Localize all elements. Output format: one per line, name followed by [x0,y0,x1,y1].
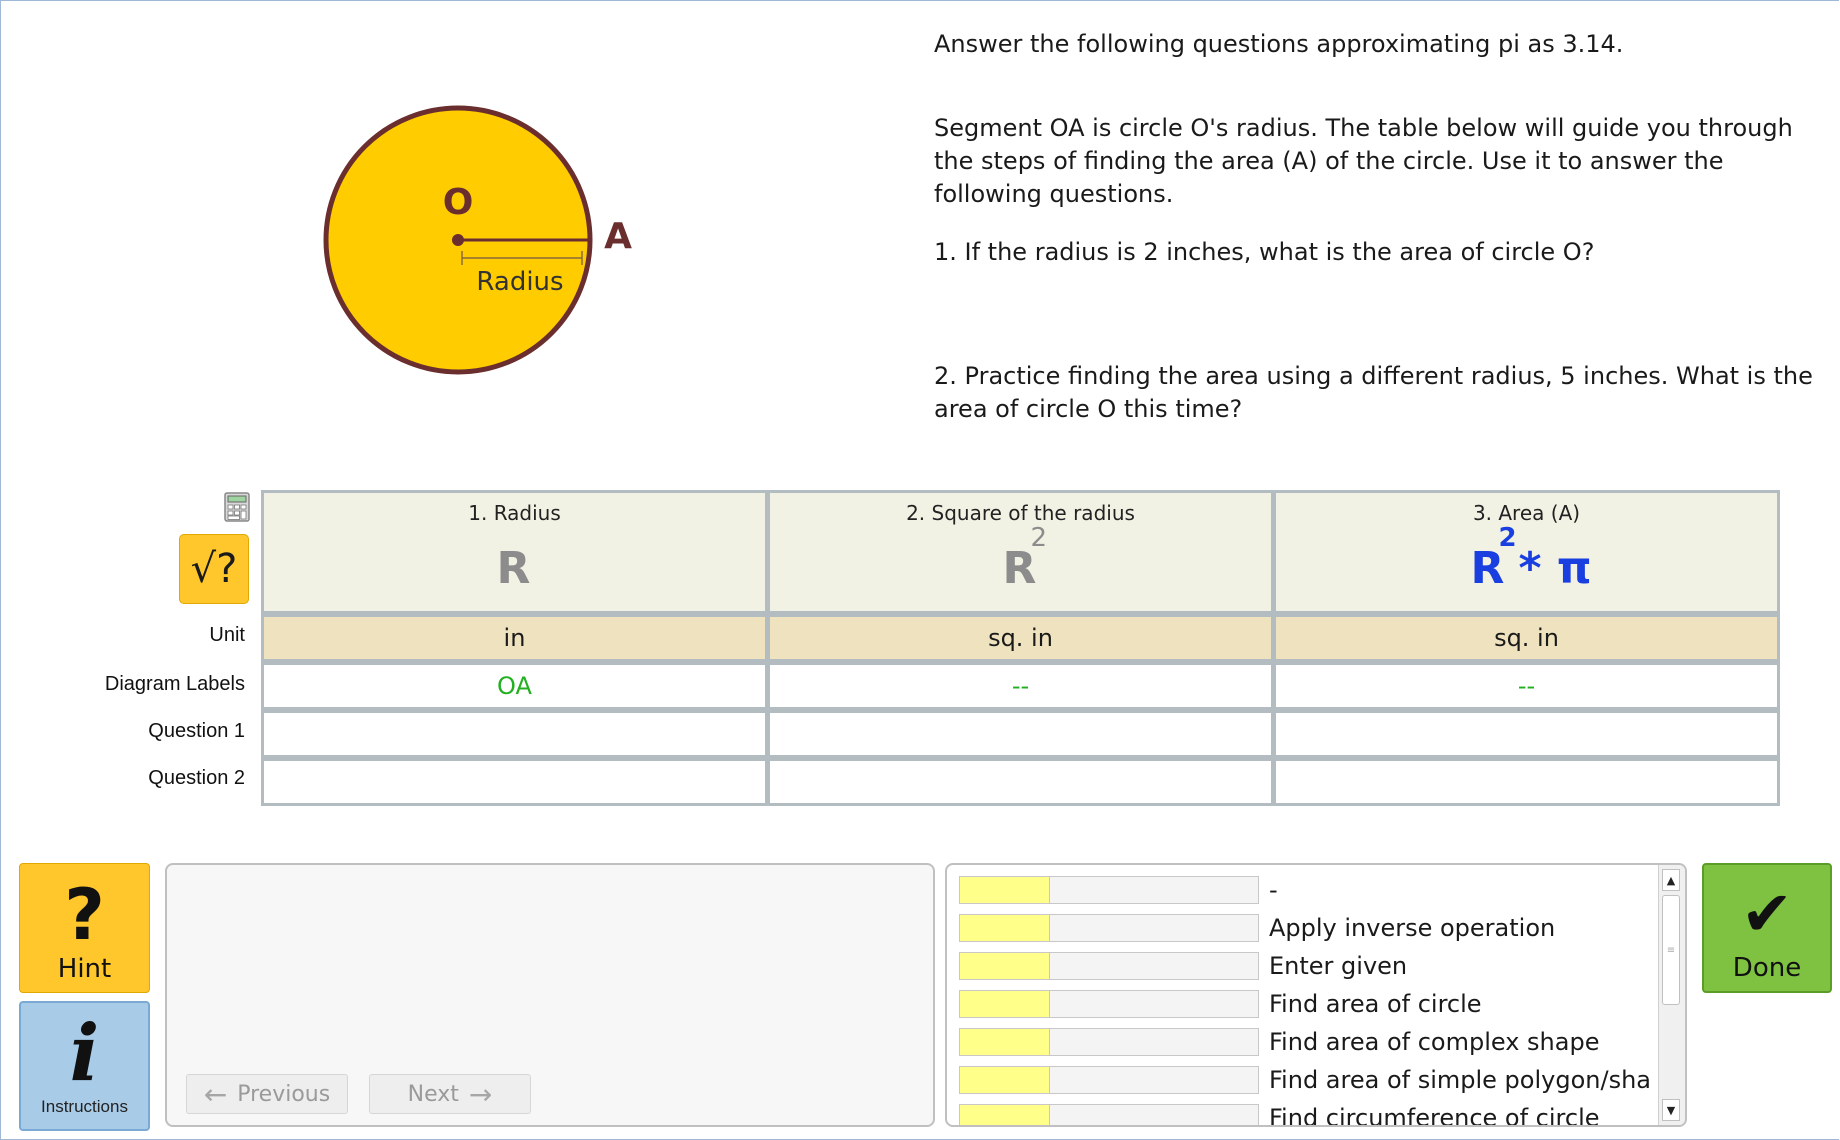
skill-mastery-fill [960,991,1051,1017]
skill-mastery-bar [959,876,1259,904]
description-text: Segment OA is circle O's radius. The tab… [934,114,1793,208]
diagram-label-cell-radius: OA [261,662,768,710]
skill-mastery-fill [960,953,1051,979]
row-label-diagram-labels: Diagram Labels [104,673,245,695]
scroll-up-icon[interactable]: ▲ [1662,869,1680,891]
previous-label: Previous [237,1081,331,1107]
formula-rest: * π [1518,543,1592,594]
skill-mastery-bar [959,1028,1259,1056]
instructions-button[interactable]: i Instructions [19,1001,150,1131]
formula-base: R [496,543,531,594]
row-label-question-2: Question 2 [148,767,245,789]
question-mark-icon: ? [64,874,105,956]
skill-mastery-bar [959,952,1259,980]
hint-label: Hint [57,954,112,984]
skill-row: - [959,875,1278,905]
skill-row: Enter given [959,951,1407,981]
unit-cell-radius: in [261,614,768,662]
column-header-radius: 1. Radius R [261,490,768,614]
question-1-square-input[interactable] [767,710,1274,758]
scroll-down-icon[interactable]: ▼ [1662,1099,1680,1121]
formula-square: R 2 [921,523,1121,599]
skill-row: Find circumference of circle [959,1103,1600,1127]
info-icon: i [69,1008,100,1099]
next-label: Next [407,1081,459,1107]
done-label: Done [1732,953,1802,983]
unit-cell-area: sq. in [1273,614,1780,662]
column-title: 2. Square of the radius [906,501,1135,525]
circle-diagram: O A Radius [323,105,632,375]
question-2-square-input[interactable] [767,758,1274,806]
previous-button[interactable]: ← Previous [186,1074,348,1114]
question-1-text: 1. If the radius is 2 inches, what is th… [934,238,1595,266]
question-1-radius-input[interactable] [261,710,768,758]
skill-row: Find area of simple polygon/sha [959,1065,1651,1095]
skill-name: - [1269,876,1278,904]
arrow-left-icon: ← [203,1077,228,1111]
calculator-icon[interactable] [224,492,250,522]
skill-name: Apply inverse operation [1269,914,1556,942]
arrow-right-icon: → [468,1077,493,1111]
sqrt-tool-button[interactable]: √? [179,534,249,604]
skill-mastery-fill [960,1067,1051,1093]
next-button[interactable]: Next → [369,1074,531,1114]
done-button[interactable]: ✔ Done [1702,863,1832,993]
question-2-radius-input[interactable] [261,758,768,806]
skill-mastery-fill [960,1029,1051,1055]
hint-button[interactable]: ? Hint [19,863,150,993]
skill-name: Enter given [1269,952,1408,980]
intro-text: Answer the following questions approxima… [934,30,1624,58]
skill-row: Find area of circle [959,989,1482,1019]
skill-name: Find area of circle [1269,990,1482,1018]
formula-exponent: 2 [1498,523,1517,553]
formula-area: R 2 * π [1427,523,1627,599]
checkmark-icon: ✔ [1741,877,1793,950]
center-point [452,234,464,246]
skill-mastery-fill [960,877,1051,903]
skill-mastery-bar [959,1066,1259,1094]
skills-scrollbar[interactable]: ▲ ≡ ▼ [1658,865,1685,1125]
row-label-question-1: Question 1 [148,720,245,742]
column-title: 3. Area (A) [1472,501,1581,525]
skill-row: Apply inverse operation [959,913,1555,943]
skill-name: Find circumference of circle [1269,1104,1600,1127]
skill-mastery-bar [959,914,1259,942]
unit-cell-square: sq. in [767,614,1274,662]
skill-mastery-fill [960,1105,1051,1125]
skill-mastery-bar [959,1104,1259,1125]
formula-exponent: 2 [1030,523,1048,553]
radius-label: Radius [476,267,563,297]
instructions-label: Instructions [41,1097,128,1116]
center-label: O [443,182,474,223]
formula-radius: R [415,539,615,599]
column-title: 1. Radius [468,501,561,525]
skill-row: Find area of complex shape [959,1027,1599,1057]
row-label-unit: Unit [209,624,245,646]
column-header-square: 2. Square of the radius R 2 [767,490,1274,614]
skill-name: Find area of complex shape [1269,1028,1600,1056]
scroll-thumb[interactable]: ≡ [1662,895,1680,1005]
skill-name: Find area of simple polygon/sha [1269,1066,1651,1094]
question-2-area-input[interactable] [1273,758,1780,806]
skill-mastery-fill [960,915,1051,941]
question-1-area-input[interactable] [1273,710,1780,758]
column-header-area: 3. Area (A) R 2 * π [1273,490,1780,614]
question-2-text: 2. Practice finding the area using a dif… [934,362,1813,423]
diagram-label-cell-area: -- [1273,662,1780,710]
point-a-label: A [604,216,632,257]
skill-mastery-bar [959,990,1259,1018]
diagram-label-cell-square: -- [767,662,1274,710]
skills-panel[interactable]: - Apply inverse operation Enter given Find … [945,863,1687,1127]
